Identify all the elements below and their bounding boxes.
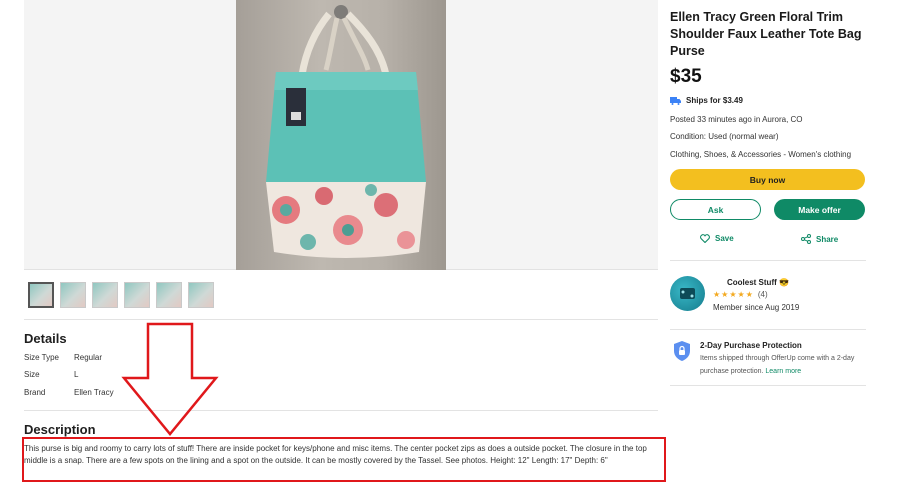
seller-name[interactable]: Coolest Stuff 😎 bbox=[727, 278, 789, 287]
truck-icon bbox=[670, 96, 681, 105]
avatar-graphic bbox=[680, 288, 695, 299]
member-since: Member since Aug 2019 bbox=[713, 303, 800, 312]
protection-text: Items shipped through OfferUp come with … bbox=[700, 352, 860, 378]
listing-price: $35 bbox=[670, 66, 702, 87]
star-icon: ★ bbox=[745, 290, 753, 299]
divider bbox=[670, 385, 866, 386]
star-icon: ★ bbox=[737, 290, 745, 299]
share-button[interactable]: Share bbox=[801, 234, 838, 244]
seller-rating: ★ ★ ★ ★ ★ (4) bbox=[713, 290, 768, 299]
detail-value: L bbox=[74, 370, 79, 379]
seller-avatar[interactable] bbox=[670, 276, 705, 311]
thumbnail[interactable] bbox=[188, 282, 214, 308]
category-info: Clothing, Shoes, & Accessories - Women's… bbox=[670, 150, 852, 159]
share-icon bbox=[801, 234, 811, 244]
divider bbox=[24, 319, 658, 320]
detail-value: Ellen Tracy bbox=[74, 388, 114, 397]
tote-bag-image bbox=[266, 5, 426, 258]
thumbnail-strip bbox=[28, 282, 214, 308]
description-heading: Description bbox=[24, 422, 96, 437]
divider bbox=[670, 260, 866, 261]
ask-button[interactable]: Ask bbox=[670, 199, 761, 220]
shield-icon bbox=[674, 341, 690, 361]
make-offer-button[interactable]: Make offer bbox=[774, 199, 865, 220]
learn-more-link[interactable]: Learn more bbox=[765, 368, 801, 375]
thumbnail[interactable] bbox=[60, 282, 86, 308]
description-text: This purse is big and roomy to carry lot… bbox=[24, 444, 647, 465]
star-icon: ★ bbox=[729, 290, 737, 299]
condition-info: Condition: Used (normal wear) bbox=[670, 132, 779, 141]
detail-row: Size L bbox=[24, 370, 78, 379]
save-label: Save bbox=[715, 234, 734, 243]
save-button[interactable]: Save bbox=[700, 234, 734, 243]
detail-row: Size Type Regular bbox=[24, 353, 102, 362]
posted-info: Posted 33 minutes ago in Aurora, CO bbox=[670, 115, 803, 124]
thumbnail[interactable] bbox=[156, 282, 182, 308]
shipping-info: Ships for $3.49 bbox=[670, 96, 743, 105]
detail-row: Brand Ellen Tracy bbox=[24, 388, 114, 397]
detail-key: Size Type bbox=[24, 353, 59, 362]
detail-value: Regular bbox=[74, 353, 103, 362]
detail-key: Size bbox=[24, 370, 40, 379]
detail-key: Brand bbox=[24, 388, 46, 397]
star-icon: ★ bbox=[721, 290, 729, 299]
photo-viewer[interactable] bbox=[24, 0, 658, 270]
thumbnail[interactable] bbox=[28, 282, 54, 308]
listing-title: Ellen Tracy Green Floral Trim Shoulder F… bbox=[670, 10, 862, 58]
share-label: Share bbox=[816, 234, 839, 244]
arrow-annotation-icon bbox=[121, 322, 219, 436]
heart-icon bbox=[700, 234, 710, 243]
buy-now-button[interactable]: Buy now bbox=[670, 169, 865, 190]
divider bbox=[670, 329, 866, 330]
protection-title: 2-Day Purchase Protection bbox=[700, 341, 802, 350]
thumbnail[interactable] bbox=[124, 282, 150, 308]
product-photo[interactable] bbox=[236, 0, 446, 270]
details-heading: Details bbox=[24, 331, 67, 346]
rating-count: (4) bbox=[757, 290, 768, 299]
shipping-text: Ships for $3.49 bbox=[686, 96, 743, 105]
star-icon: ★ bbox=[713, 290, 721, 299]
thumbnail[interactable] bbox=[92, 282, 118, 308]
